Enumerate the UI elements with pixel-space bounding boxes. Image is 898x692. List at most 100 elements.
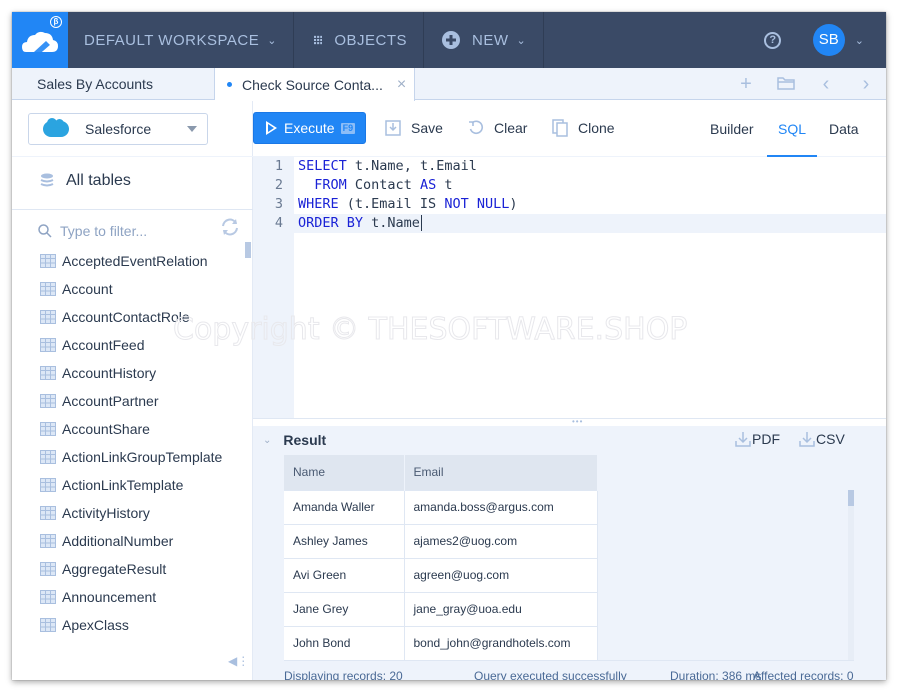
cell-email[interactable]: agreen@uog.com	[404, 557, 598, 592]
result-row[interactable]: Ashley James ajames2@uog.com	[284, 523, 598, 558]
sidebar-table-item[interactable]: ActionLinkTemplate	[40, 471, 240, 499]
table-icon	[40, 310, 56, 324]
cell-name[interactable]: Amanda Waller	[284, 489, 405, 524]
sql-keyword: ORDER BY	[298, 215, 364, 231]
execute-button[interactable]: Execute F9	[253, 112, 366, 144]
filter-input[interactable]	[60, 223, 210, 239]
caret-down-icon	[187, 126, 197, 132]
workspace-label: DEFAULT WORKSPACE	[84, 31, 260, 49]
sidebar-table-item[interactable]: AggregateResult	[40, 555, 240, 583]
sidebar-table-item[interactable]: ApexClass	[40, 611, 240, 639]
user-menu[interactable]: SB ⌄	[793, 12, 886, 68]
folder-icon[interactable]	[776, 73, 796, 96]
tab-check-source-contacts[interactable]: Check Source Conta... ×	[215, 68, 415, 101]
export-pdf-button[interactable]: PDF	[735, 431, 780, 447]
result-scrollbar[interactable]	[848, 490, 854, 660]
sidebar-table-item[interactable]: AccountHistory	[40, 359, 240, 387]
save-button[interactable]: Save	[385, 112, 443, 144]
objects-nav-button[interactable]: OBJECTS	[294, 12, 424, 68]
code-line[interactable]: 1 SELECT t.Name, t.Email	[253, 157, 886, 176]
sidebar-table-item[interactable]: AccountContactRole	[40, 303, 240, 331]
app-logo[interactable]: β	[12, 12, 68, 68]
column-header-name[interactable]: Name	[284, 455, 405, 490]
pane-splitter[interactable]: •••	[253, 418, 886, 426]
collapse-tree-icon[interactable]: ◀⋮	[228, 654, 249, 668]
sidebar-table-item[interactable]: AcceptedEventRelation	[40, 247, 240, 275]
sidebar-table-item[interactable]: AccountFeed	[40, 331, 240, 359]
result-row[interactable]: Jane Grey jane_gray@uoa.edu	[284, 591, 598, 626]
new-dropdown[interactable]: NEW ⌄	[424, 12, 544, 68]
save-icon	[385, 120, 401, 136]
result-row[interactable]: Amanda Waller amanda.boss@argus.com	[284, 489, 598, 524]
result-panel: ⌄ Result PDF CSV Name Email Amanda Walle…	[253, 426, 886, 680]
table-name: AccountContactRole	[62, 309, 190, 325]
previous-tab-icon[interactable]: ‹	[816, 73, 836, 96]
cell-email[interactable]: amanda.boss@argus.com	[404, 489, 598, 524]
connection-select[interactable]: Salesforce	[28, 113, 208, 145]
clone-button[interactable]: Clone	[552, 112, 615, 144]
table-icon	[40, 590, 56, 604]
column-header-email[interactable]: Email	[404, 455, 598, 490]
refresh-icon[interactable]	[220, 217, 240, 237]
result-row[interactable]: Avi Green agreen@uog.com	[284, 557, 598, 592]
result-scrollbar-thumb[interactable]	[848, 490, 854, 506]
code-text: WHERE (t.Email IS NOT NULL)	[298, 195, 518, 214]
line-number: 2	[274, 177, 283, 193]
document-tabs-bar: Sales By Accounts Check Source Conta... …	[12, 68, 886, 101]
sidebar-table-item[interactable]: Account	[40, 275, 240, 303]
sidebar-table-item[interactable]: ActivityHistory	[40, 499, 240, 527]
result-row[interactable]: John Bond bond_john@grandhotels.com	[284, 625, 598, 660]
sidebar-table-item[interactable]: Announcement	[40, 583, 240, 611]
table-icon	[40, 534, 56, 548]
download-icon	[799, 432, 815, 447]
cell-email[interactable]: jane_gray@uoa.edu	[404, 591, 598, 626]
cell-name[interactable]: John Bond	[284, 625, 405, 660]
table-icon	[40, 478, 56, 492]
tab-sql[interactable]: SQL	[767, 101, 817, 157]
table-filter	[38, 219, 238, 243]
close-tab-icon[interactable]: ×	[397, 76, 406, 94]
all-tables-label: All tables	[66, 172, 131, 189]
chevron-down-icon: ⌄	[854, 34, 864, 47]
result-title: Result	[283, 432, 327, 448]
all-tables-header[interactable]: All tables	[40, 172, 131, 190]
result-table: Name Email Amanda Waller amanda.boss@argu…	[284, 455, 598, 660]
tab-data[interactable]: Data	[829, 101, 859, 157]
sidebar-table-item[interactable]: ActionLinkGroupTemplate	[40, 443, 240, 471]
export-csv-button[interactable]: CSV	[799, 431, 845, 447]
sql-editor[interactable]: 1 SELECT t.Name, t.Email 2 FROM Contact AS…	[172, 157, 886, 418]
cell-name[interactable]: Ashley James	[284, 523, 405, 558]
line-number: 3	[274, 196, 283, 212]
code-line[interactable]: 4 ORDER BY t.Name	[253, 214, 886, 233]
result-collapse-toggle[interactable]: ⌄ Result	[263, 432, 326, 448]
sidebar-table-item[interactable]: AdditionalNumber	[40, 527, 240, 555]
save-label: Save	[411, 120, 443, 136]
connection-label: Salesforce	[85, 121, 152, 137]
download-icon	[735, 432, 751, 447]
table-icon	[40, 338, 56, 352]
table-icon	[40, 394, 56, 408]
table-icon	[40, 506, 56, 520]
sidebar-table-item[interactable]: AccountPartner	[40, 387, 240, 415]
workspace-dropdown[interactable]: DEFAULT WORKSPACE ⌄	[68, 12, 294, 68]
cell-name[interactable]: Avi Green	[284, 557, 405, 592]
code-line[interactable]: 3 WHERE (t.Email IS NOT NULL)	[253, 195, 886, 214]
sidebar-table-item[interactable]: AccountShare	[40, 415, 240, 443]
clear-button[interactable]: Clear	[468, 112, 527, 144]
help-button[interactable]: ?	[753, 12, 793, 68]
cell-email[interactable]: ajames2@uog.com	[404, 523, 598, 558]
query-toolbar: Execute F9 Save Clear Clone Builder SQL …	[253, 101, 886, 157]
tab-builder[interactable]: Builder	[710, 101, 754, 157]
sidebar-scrollbar-thumb[interactable]	[245, 242, 251, 258]
add-tab-icon[interactable]: +	[736, 73, 756, 96]
table-icon	[40, 422, 56, 436]
cell-email[interactable]: bond_john@grandhotels.com	[404, 625, 598, 660]
tab-sales-by-accounts[interactable]: Sales By Accounts	[12, 68, 215, 100]
clone-label: Clone	[578, 120, 615, 136]
code-line[interactable]: 2 FROM Contact AS t	[253, 176, 886, 195]
chevron-down-icon: ⌄	[516, 34, 527, 47]
next-tab-icon[interactable]: ›	[856, 73, 876, 96]
cell-name[interactable]: Jane Grey	[284, 591, 405, 626]
table-list: AcceptedEventRelation Account AccountConta…	[40, 247, 240, 639]
table-name: Announcement	[62, 589, 157, 605]
